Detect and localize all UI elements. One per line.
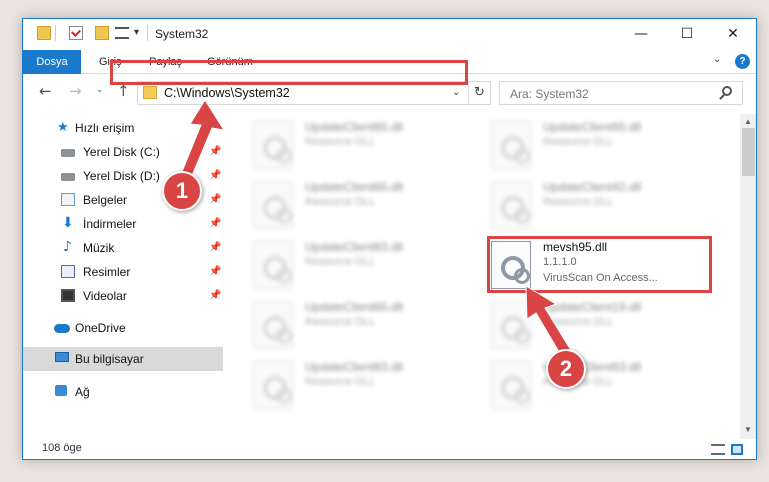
step-1-callout: 1 [162, 171, 202, 211]
arrow-1-icon [180, 99, 226, 179]
step-2-callout: 2 [546, 349, 586, 389]
arrow-2-icon [525, 285, 573, 358]
annotation-arrows [180, 99, 573, 358]
